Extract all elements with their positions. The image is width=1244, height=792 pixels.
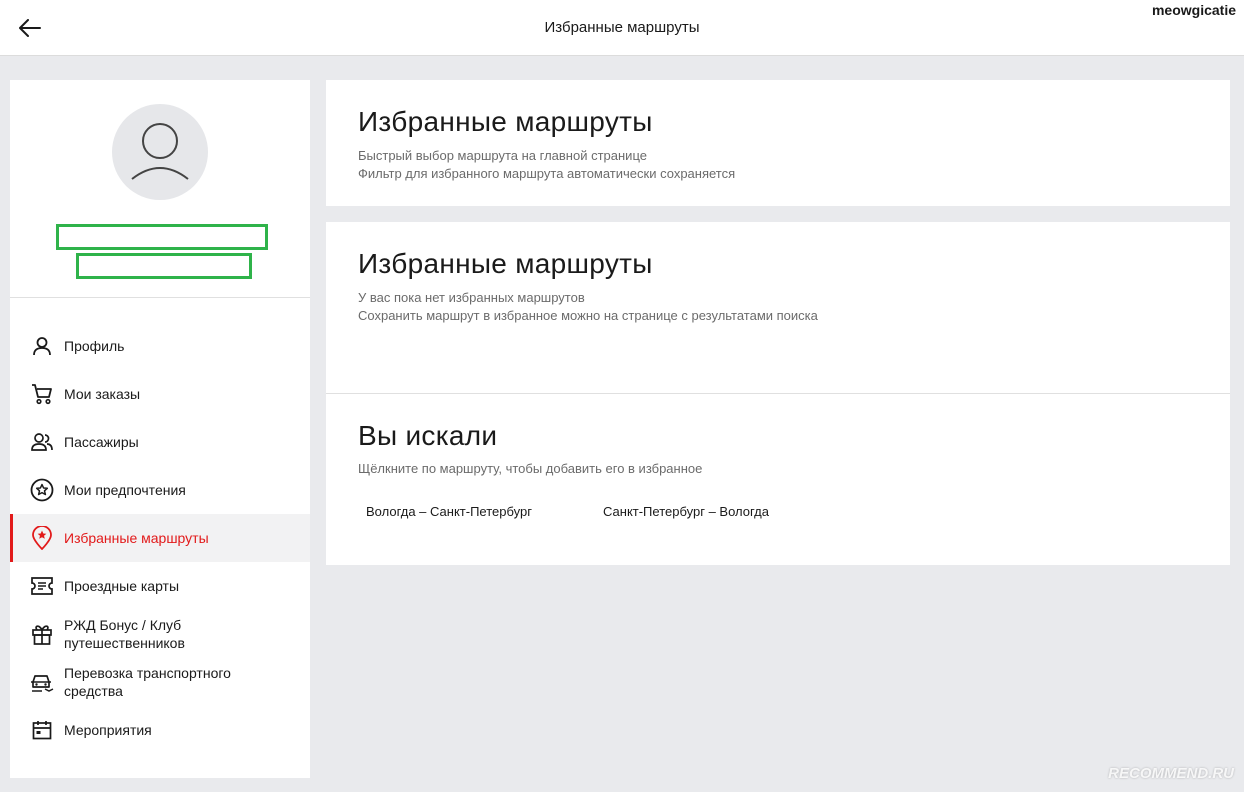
user-icon <box>30 334 54 358</box>
sidebar-item-favorite-routes[interactable]: Избранные маршруты <box>10 514 310 562</box>
favorites-list-card: Избранные маршруты У вас пока нет избран… <box>326 222 1230 565</box>
sidebar-item-label: Избранные маршруты <box>64 530 209 546</box>
sidebar-item-travel-cards[interactable]: Проездные карты <box>10 562 310 610</box>
sidebar-item-passengers[interactable]: Пассажиры <box>10 418 310 466</box>
sidebar-item-rzd-bonus[interactable]: РЖД Бонус / Клуб путешественников <box>10 610 310 658</box>
sidebar-item-label: РЖД Бонус / Клуб путешественников <box>64 617 185 651</box>
sidebar-item-label: Пассажиры <box>64 434 139 450</box>
section-divider <box>326 393 1230 394</box>
card-title: Избранные маршруты <box>358 248 653 279</box>
sidebar-item-label: Профиль <box>64 338 125 354</box>
favorites-info-card: Избранные маршруты Быстрый выбор маршрут… <box>326 80 1230 206</box>
avatar[interactable] <box>112 104 208 200</box>
sidebar-item-profile[interactable]: Профиль <box>10 322 310 370</box>
sidebar-menu: Профиль Мои заказы Пассажиры Мои предпоч… <box>10 322 310 754</box>
gift-icon <box>30 622 54 646</box>
passengers-icon <box>30 430 54 454</box>
user-name-redacted <box>56 224 268 250</box>
search-history-title: Вы искали <box>358 420 498 451</box>
sidebar-item-events[interactable]: Мероприятия <box>10 706 310 754</box>
sidebar-item-vehicle-transport[interactable]: Перевозка транспортного средства <box>10 658 310 706</box>
card-description-line-1: Быстрый выбор маршрута на главной страни… <box>358 148 647 163</box>
sidebar-item-label: Проездные карты <box>64 578 180 594</box>
top-bar: Избранные маршруты meowgicatie <box>0 0 1244 56</box>
sidebar-item-label: Мои предпочтения <box>64 482 186 498</box>
profile-sidebar: Профиль Мои заказы Пассажиры Мои предпоч… <box>10 80 310 778</box>
empty-state-line-1: У вас пока нет избранных маршрутов <box>358 290 585 305</box>
sidebar-item-label: Мероприятия <box>64 722 152 738</box>
search-history-hint: Щёлкните по маршруту, чтобы добавить его… <box>358 461 703 476</box>
ticket-icon <box>30 574 54 598</box>
sidebar-item-label: Перевозка транспортного средства <box>64 665 231 699</box>
username-watermark: meowgicatie <box>1151 2 1236 18</box>
user-email-redacted <box>76 253 252 279</box>
calendar-icon <box>30 718 54 742</box>
sidebar-item-orders[interactable]: Мои заказы <box>10 370 310 418</box>
star-circle-icon <box>30 478 54 502</box>
user-avatar-icon <box>131 123 189 180</box>
sidebar-item-preferences[interactable]: Мои предпочтения <box>10 466 310 514</box>
route-history-item[interactable]: Вологда – Санкт-Петербург <box>366 504 532 519</box>
car-transport-icon <box>30 670 54 694</box>
empty-state-line-2: Сохранить маршрут в избранное можно на с… <box>358 308 818 323</box>
cart-icon <box>30 382 54 406</box>
location-star-icon <box>30 526 54 550</box>
sidebar-item-label: Мои заказы <box>64 386 141 402</box>
card-title: Избранные маршруты <box>358 106 653 137</box>
page-title: Избранные маршруты <box>544 19 700 36</box>
card-description-line-2: Фильтр для избранного маршрута автоматич… <box>358 166 736 181</box>
watermark: RECOMMEND.RU <box>1108 765 1234 782</box>
route-history-item[interactable]: Санкт-Петербург – Вологда <box>603 504 769 519</box>
sidebar-divider <box>10 297 310 298</box>
